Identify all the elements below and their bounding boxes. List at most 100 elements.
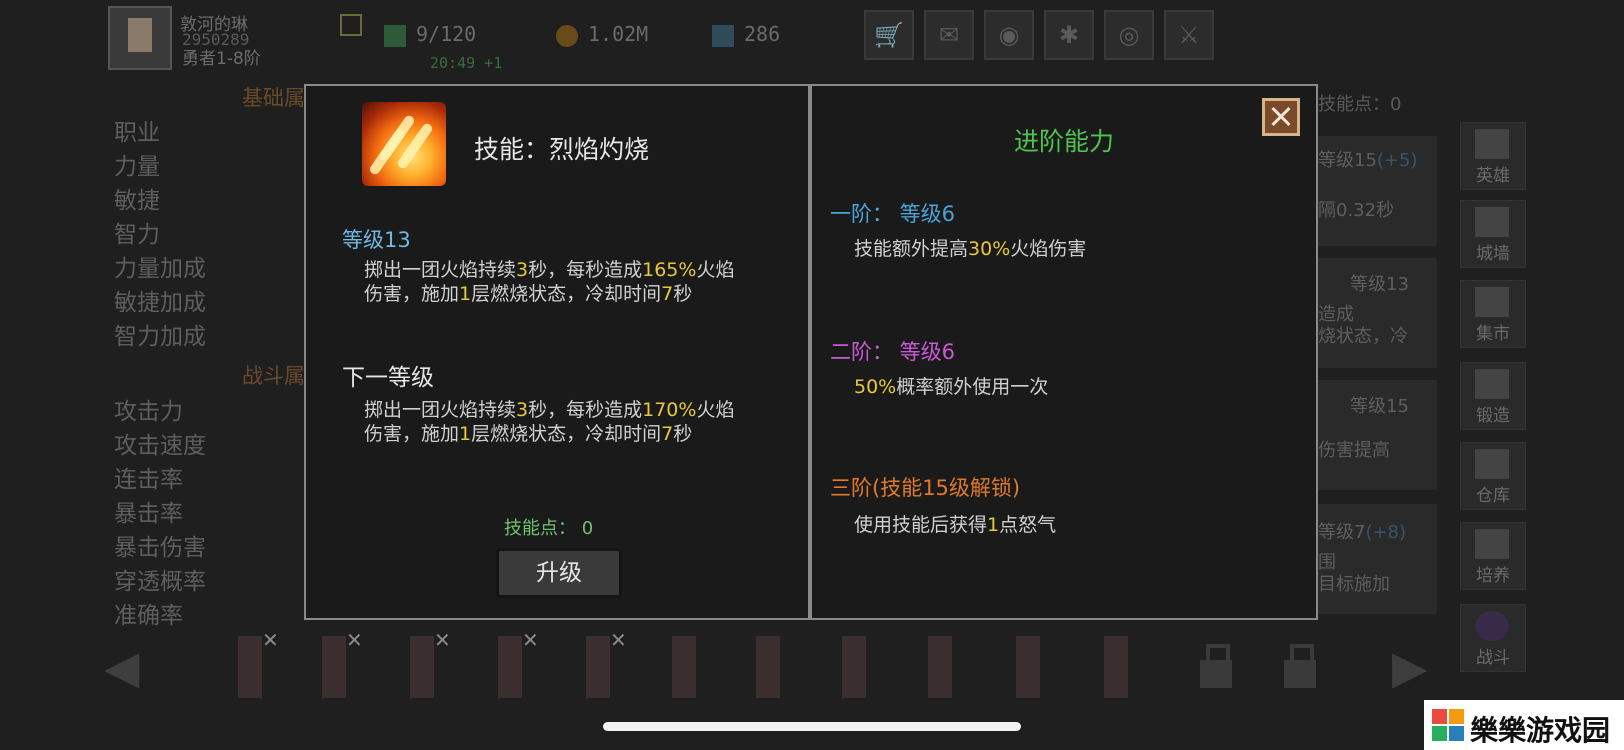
gem-value: 286 [744,22,781,46]
stat-label: 攻击力 [114,399,183,425]
gamepad-icon: ◉ [998,21,1020,49]
close-icon: ✕ [434,628,451,652]
watermark-logo [1432,709,1464,741]
sword-icon: ⚔ [1178,21,1200,49]
advanced-abilities-panel: 进阶能力 一阶： 等级6 技能额外提高30%火焰伤害 二阶： 等级6 50%概率… [810,84,1318,620]
combat-stats-list: 攻击力 攻击速度 连击率 暴击率 暴击伤害 穿透概率 准确率 [114,395,206,633]
lock-icon[interactable] [1196,640,1236,692]
train-icon [1475,529,1509,559]
hero-slot[interactable]: ✕ [394,628,451,702]
color-wheel-icon: ◎ [1118,21,1140,49]
stat-label: 连击率 [114,467,183,493]
nav-forge[interactable]: 锻造 [1460,362,1526,430]
player-rank: 勇者1-8阶 [182,49,261,69]
tier-2-description: 50%概率额外使用一次 [854,376,1049,398]
lock-icon[interactable] [1280,640,1320,692]
bg-card-level: 等级15(+5) [1318,150,1418,171]
close-icon: ✕ [522,628,539,652]
current-level-label: 等级13 [342,228,411,252]
energy-value: 9/120 [416,22,477,46]
section-combat-attributes: 战斗属 [242,364,305,388]
gold-value: 1.02M [588,22,649,46]
bg-card-level: 等级15 [1350,396,1409,417]
hero-slot[interactable] [1088,632,1144,702]
energy-resource: 9/120 [384,22,476,47]
hero-slot[interactable] [912,632,968,702]
watermark: 樂樂游戏园 [1424,700,1624,750]
nav-train[interactable]: 培养 [1460,522,1526,590]
nav-hero[interactable]: 英雄 [1460,122,1526,190]
close-dialog-button[interactable] [1262,98,1300,136]
skill-dialog: 技能：烈焰灼烧 等级13 掷出一团火焰持续3秒，每秒造成165%火焰 伤害，施加… [304,84,1318,620]
skill-points-remaining: 技能点： 0 [504,518,594,539]
prev-page-arrow[interactable]: ◀ [104,640,139,694]
close-icon: ✕ [610,628,627,652]
bg-card-level: 等级7(+8) [1318,522,1407,543]
energy-icon [384,24,406,47]
nav-battle[interactable]: 战斗 [1460,604,1526,672]
tier-3-description: 使用技能后获得1点怒气 [854,514,1057,536]
gold-resource: 1.02M [556,22,648,47]
stat-label: 智力 [114,222,160,248]
tier-3-label: 三阶(技能15级解锁) [830,476,1021,500]
stat-label: 敏捷加成 [114,290,206,316]
stat-label: 暴击率 [114,501,183,527]
market-icon [1475,287,1509,317]
next-level-description: 掷出一团火焰持续3秒，每秒造成170%火焰 伤害，施加1层燃烧状态，冷却时间7秒 [364,399,735,445]
home-indicator[interactable] [603,722,1021,731]
anvil-icon [1475,369,1509,399]
stat-label: 准确率 [114,603,183,629]
skill-title: 技能：烈焰灼烧 [474,135,650,164]
hero-icon [1475,129,1509,159]
stat-label: 力量 [114,154,160,180]
nav-market[interactable]: 集市 [1460,280,1526,348]
bg-card-level: 等级13 [1350,274,1409,295]
color-wheel-button[interactable]: ◎ [1104,10,1154,60]
warehouse-icon [1475,449,1509,479]
shop-button[interactable]: 🛒 [864,10,914,60]
sword-button[interactable]: ⚔ [1164,10,1214,60]
mail-icon: ✉ [938,21,960,49]
stat-label: 暴击伤害 [114,535,206,561]
nav-warehouse[interactable]: 仓库 [1460,442,1526,510]
stat-label: 攻击速度 [114,433,206,459]
tier-1-label: 一阶： 等级6 [830,202,956,226]
portal-icon [1475,611,1509,641]
settings-button[interactable]: ✱ [1044,10,1094,60]
gold-icon [556,24,578,47]
close-icon: ✕ [262,628,279,652]
next-level-label: 下一等级 [342,365,434,391]
edit-icon[interactable] [340,14,362,36]
next-page-arrow[interactable]: ▶ [1392,640,1427,694]
hero-slot[interactable]: ✕ [570,628,627,702]
shop-icon: 🛒 [874,21,904,49]
wall-icon [1475,207,1509,237]
mail-button[interactable]: ✉ [924,10,974,60]
stat-label: 职业 [114,120,160,146]
stat-label: 智力加成 [114,324,206,350]
bg-card-text: 烧状态，冷 [1318,326,1408,347]
hero-slot[interactable]: ✕ [482,628,539,702]
tier-2-label: 二阶： 等级6 [830,340,956,364]
bg-skill-points: 技能点：0 [1318,94,1402,115]
stat-label: 力量加成 [114,256,206,282]
gem-icon [712,24,734,47]
stat-label: 穿透概率 [114,569,206,595]
close-icon: ✕ [346,628,363,652]
bg-card-text: 目标施加 [1318,574,1390,595]
hero-slot[interactable] [740,632,796,702]
hero-slot[interactable] [656,632,712,702]
nav-wall[interactable]: 城墙 [1460,200,1526,268]
hero-slot[interactable] [826,632,882,702]
player-avatar[interactable] [108,6,172,70]
hero-slot[interactable]: ✕ [306,628,363,702]
energy-timer: 20:49 +1 [430,54,503,72]
stat-label: 敏捷 [114,188,160,214]
hero-slot[interactable]: ✕ [222,628,279,702]
upgrade-button[interactable]: 升级 [496,548,622,598]
skill-detail-panel: 技能：烈焰灼烧 等级13 掷出一团火焰持续3秒，每秒造成165%火焰 伤害，施加… [304,84,810,620]
hero-slot[interactable] [1000,632,1056,702]
tier-1-description: 技能额外提高30%火焰伤害 [854,238,1087,260]
gamepad-button[interactable]: ◉ [984,10,1034,60]
current-level-description: 掷出一团火焰持续3秒，每秒造成165%火焰 伤害，施加1层燃烧状态，冷却时间7秒 [364,259,735,305]
